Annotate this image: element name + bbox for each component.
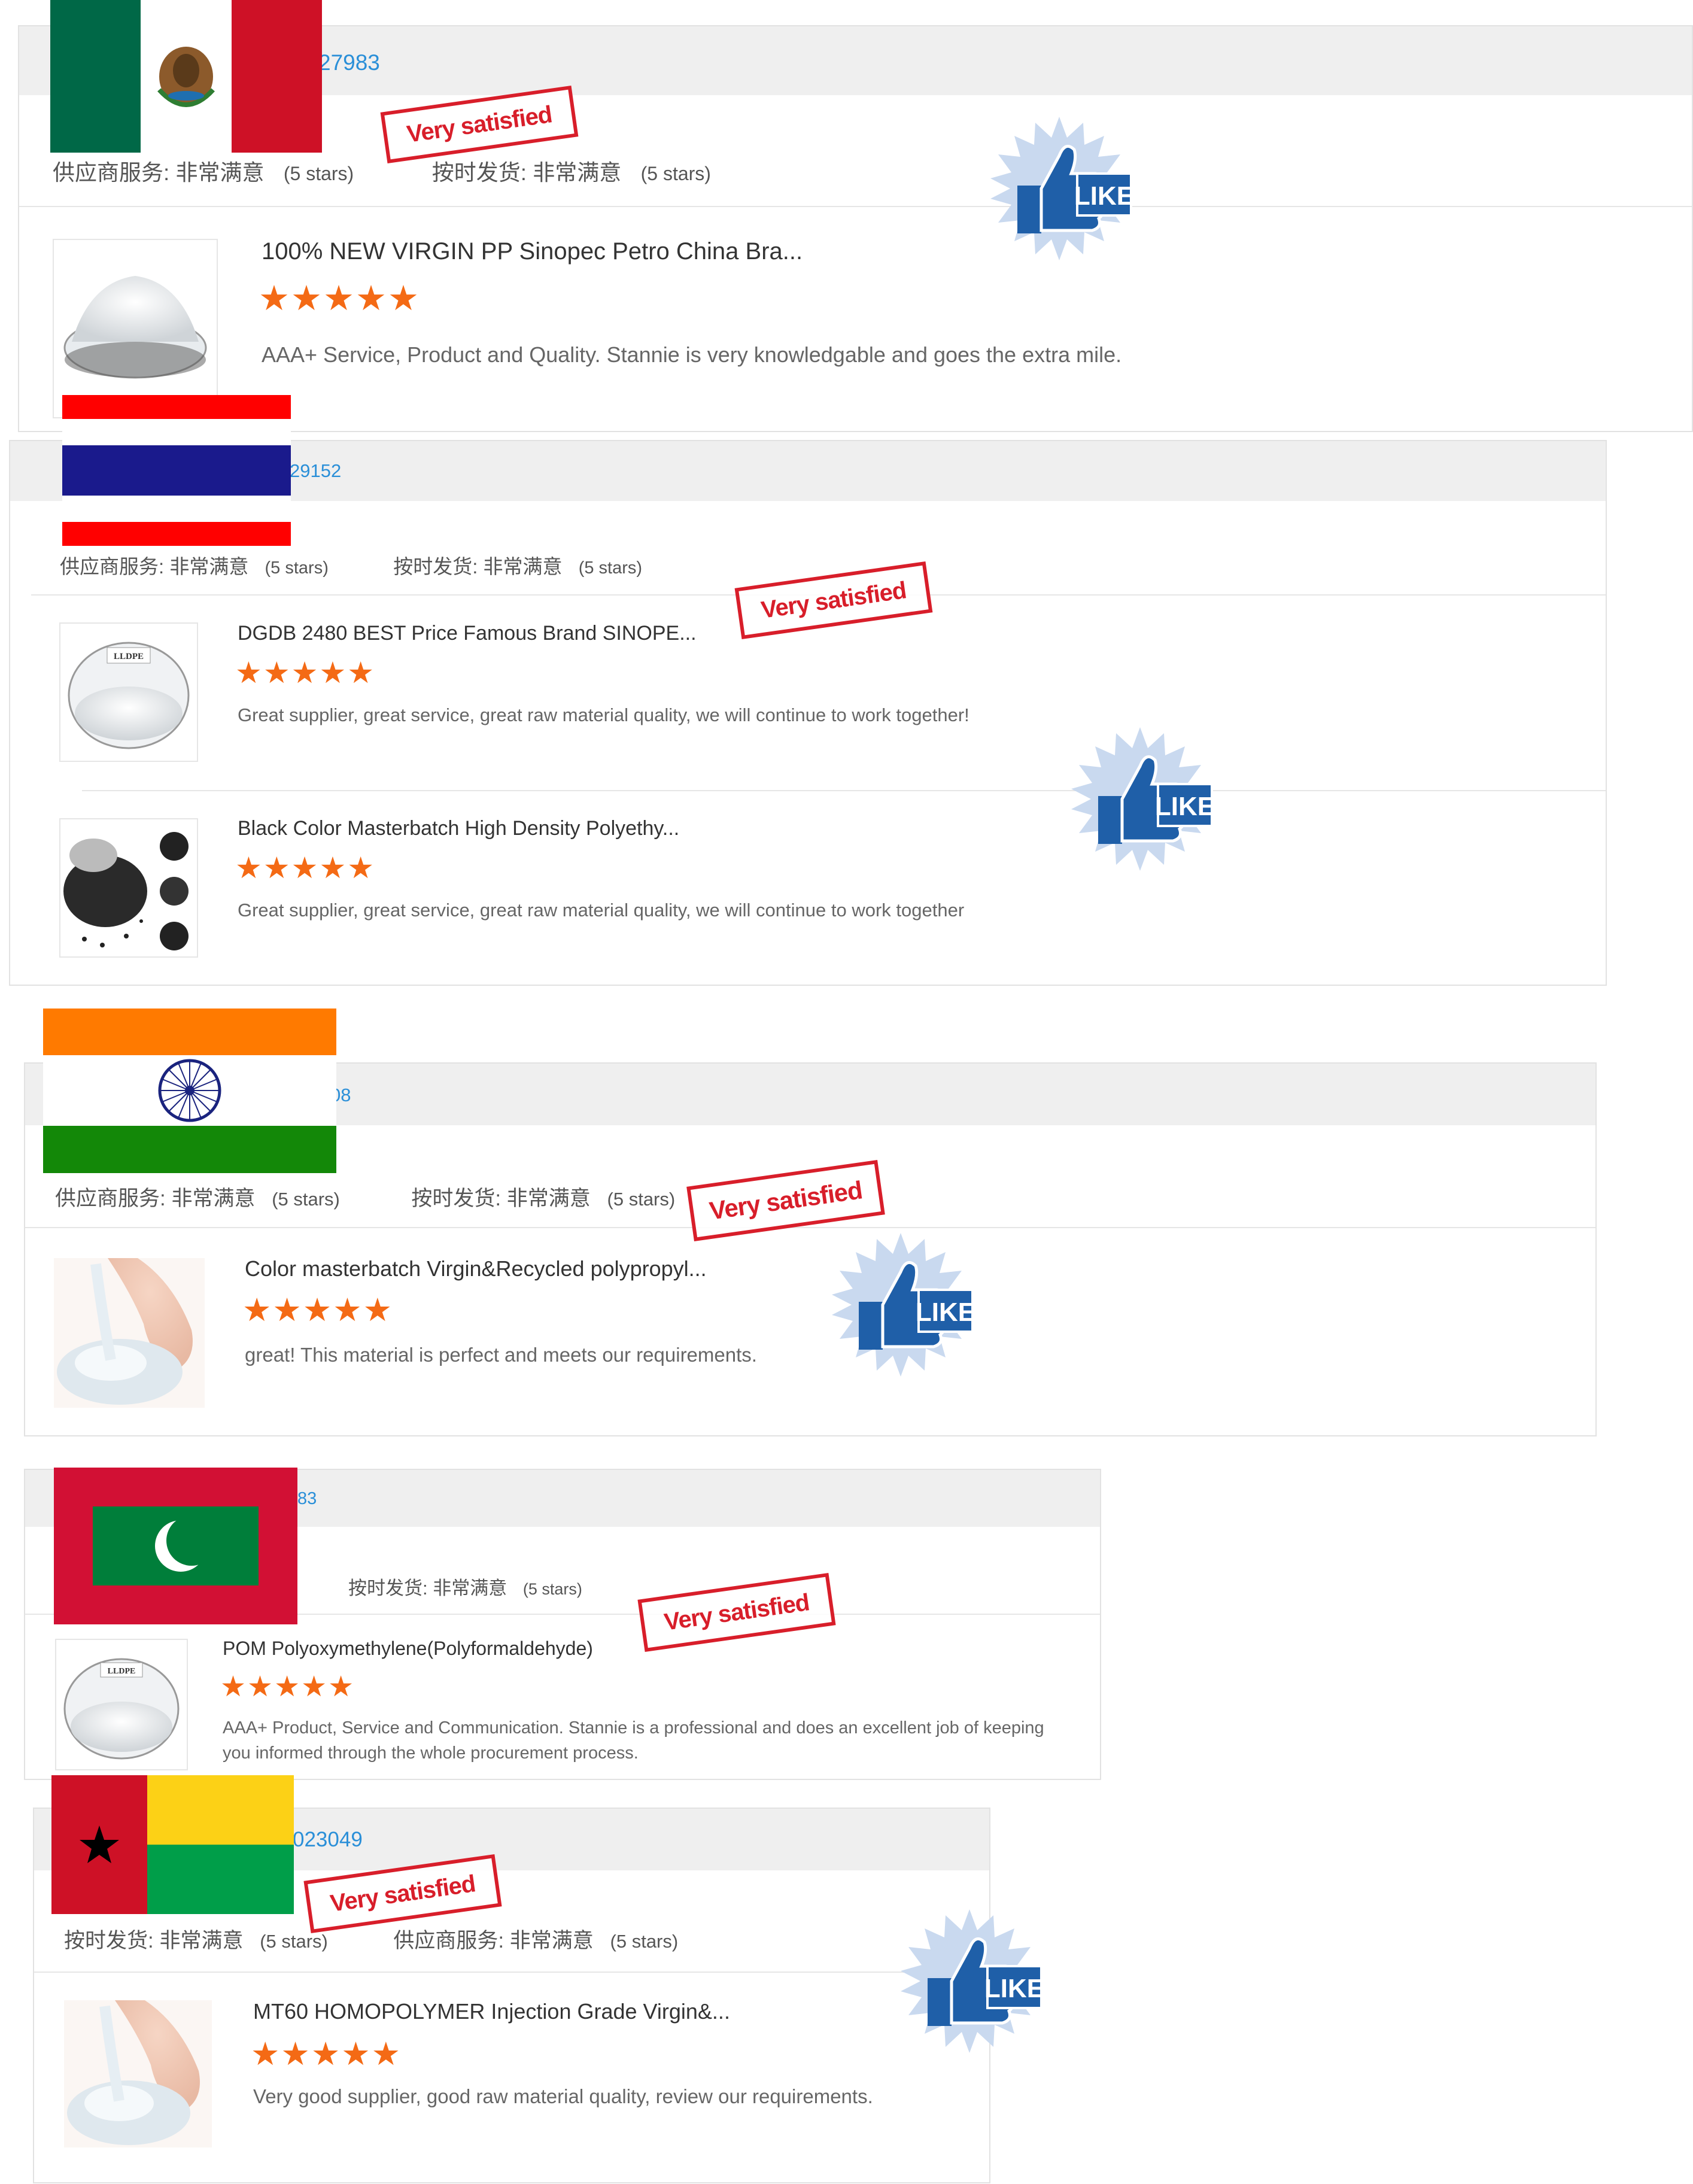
rating-note: (5 stars) xyxy=(522,1580,582,1598)
thailand-flag-icon xyxy=(62,395,291,546)
rating-label: 供应商服务: 非常满意 xyxy=(393,1929,594,1952)
product-title[interactable]: 100% NEW VIRGIN PP Sinopec Petro China B… xyxy=(262,238,803,265)
rating-label: 按时发货: 非常满意 xyxy=(348,1578,507,1599)
like-badge-icon: LIKE xyxy=(981,114,1137,263)
review-text: AAA+ Service, Product and Quality. Stann… xyxy=(262,342,1122,367)
guinea-bissau-flag-icon xyxy=(51,1775,294,1914)
rating-note: (5 stars) xyxy=(272,1189,340,1210)
like-label: LIKE xyxy=(1074,181,1134,211)
review-text: Great supplier, great service, great raw… xyxy=(238,704,969,725)
rating-note: (5 stars) xyxy=(283,163,354,184)
divider xyxy=(82,790,1606,791)
product-thumbnail[interactable] xyxy=(54,1258,205,1408)
india-flag-icon xyxy=(43,1009,336,1173)
black-pellets-icon xyxy=(60,819,197,956)
rating-label: 供应商服务: 非常满意 xyxy=(53,160,265,185)
rating-label: 按时发货: 非常满意 xyxy=(411,1187,591,1210)
product-title[interactable]: Black Color Masterbatch High Density Pol… xyxy=(238,817,679,840)
star-rating: ★★★★★ xyxy=(235,656,376,689)
maldives-flag-icon xyxy=(54,1468,297,1624)
product-thumbnail[interactable] xyxy=(59,818,198,958)
review-text: Great supplier, great service, great raw… xyxy=(238,900,965,921)
ratings-row: 供应商服务: 非常满意 (5 stars) 按时发货: 非常满意 (5 star… xyxy=(53,154,711,187)
rating-label: 按时发货: 非常满意 xyxy=(431,160,622,185)
lldpe-label: LLDPE xyxy=(108,1667,136,1676)
product-thumbnail[interactable] xyxy=(53,239,218,418)
like-badge-icon: LIKE xyxy=(892,1906,1047,2056)
lldpe-pellets-icon: LLDPE xyxy=(68,642,190,749)
product-title[interactable]: POM Polyoxymethylene(Polyformaldehyde) xyxy=(223,1638,593,1660)
divider xyxy=(19,206,1692,207)
star-rating: ★★★★★ xyxy=(242,1292,394,1328)
product-title[interactable]: MT60 HOMOPOLYMER Injection Grade Virgin&… xyxy=(253,1999,730,2024)
ratings-row: 按时发货: 非常满意 (5 stars) xyxy=(348,1573,582,1600)
like-badge-icon: LIKE xyxy=(1062,724,1218,874)
product-thumbnail[interactable]: LLDPE xyxy=(55,1639,188,1770)
hand-pellets-icon xyxy=(54,1258,205,1408)
star-rating: ★★★★★ xyxy=(259,279,420,318)
product-title[interactable]: DGDB 2480 BEST Price Famous Brand SINOPE… xyxy=(238,622,697,645)
mexico-flag-icon xyxy=(50,0,322,153)
like-badge-icon: LIKE xyxy=(823,1230,978,1380)
rating-note: (5 stars) xyxy=(640,163,711,184)
ratings-row: 供应商服务: 非常满意 (5 stars) 按时发货: 非常满意 (5 star… xyxy=(55,1181,675,1212)
order-id[interactable]: 023049 xyxy=(293,1828,363,1852)
ratings-row: 供应商服务: 非常满意 (5 stars) 按时发货: 非常满意 (5 star… xyxy=(60,551,642,579)
star-rating: ★★★★★ xyxy=(220,1671,355,1703)
divider xyxy=(34,1972,989,1973)
star-rating: ★★★★★ xyxy=(251,2036,402,2072)
rating-note: (5 stars) xyxy=(578,558,643,578)
product-thumbnail[interactable]: LLDPE xyxy=(59,622,198,762)
review-text: AAA+ Product, Service and Communication.… xyxy=(223,1718,1044,1763)
rating-label: 供应商服务: 非常满意 xyxy=(55,1187,256,1210)
lldpe-label: LLDPE xyxy=(114,652,144,661)
rating-note: (5 stars) xyxy=(607,1189,676,1210)
like-label: LIKE xyxy=(1155,792,1215,821)
product-thumbnail[interactable] xyxy=(64,2000,212,2147)
order-id[interactable]: 29152 xyxy=(290,460,341,482)
divider xyxy=(25,1227,1595,1228)
star-rating: ★★★★★ xyxy=(235,851,376,885)
like-label: LIKE xyxy=(984,1974,1044,2003)
rating-note: (5 stars) xyxy=(610,1931,679,1952)
order-id[interactable]: 27983 xyxy=(318,50,380,75)
rating-label: 按时发货: 非常满意 xyxy=(64,1929,244,1952)
rating-label: 按时发货: 非常满意 xyxy=(393,555,563,578)
white-pellets-icon xyxy=(63,276,207,379)
rating-note: (5 stars) xyxy=(260,1931,328,1952)
hand-pellets-icon xyxy=(64,2000,212,2147)
order-id[interactable]: 83 xyxy=(297,1489,317,1509)
like-label: LIKE xyxy=(916,1298,975,1327)
rating-note: (5 stars) xyxy=(265,558,329,578)
review-text: great! This material is perfect and meet… xyxy=(245,1344,757,1366)
product-title[interactable]: Color masterbatch Virgin&Recycled polypr… xyxy=(245,1256,707,1281)
review-text: Very good supplier, good raw material qu… xyxy=(253,2085,873,2107)
lldpe-pellets-icon: LLDPE xyxy=(63,1658,180,1760)
rating-label: 供应商服务: 非常满意 xyxy=(60,555,249,578)
ratings-row: 按时发货: 非常满意 (5 stars) 供应商服务: 非常满意 (5 star… xyxy=(64,1924,678,1954)
